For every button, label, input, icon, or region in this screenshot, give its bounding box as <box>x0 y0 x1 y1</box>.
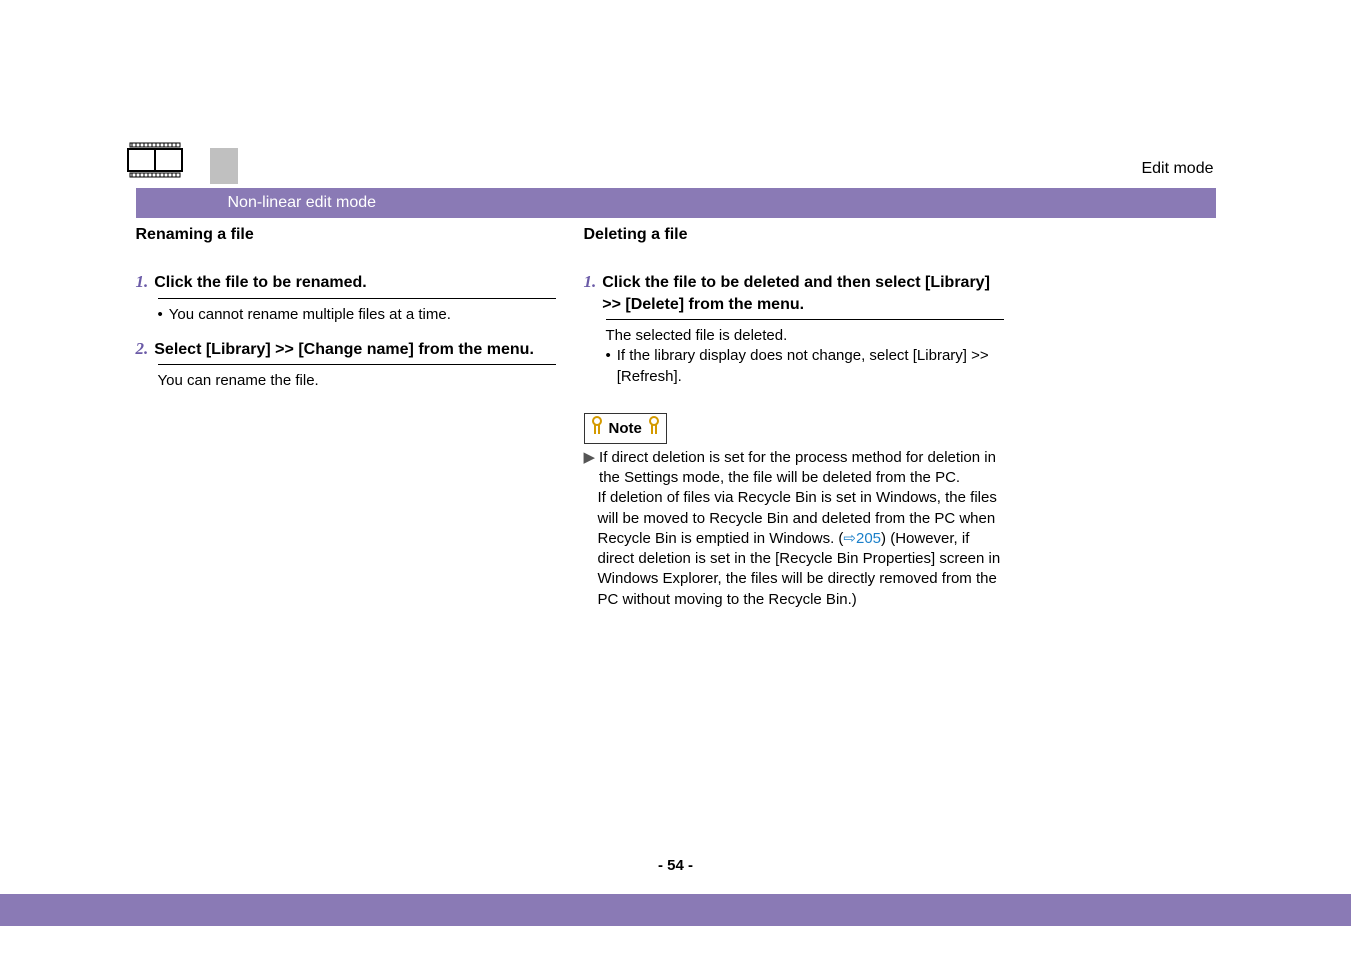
section-banner: Non-linear edit mode <box>136 188 1216 218</box>
bullet-dot-icon: • <box>158 305 163 325</box>
gray-divider-block <box>210 148 238 184</box>
subsection-title-deleting: Deleting a file <box>584 226 1004 244</box>
note-text: If direct deletion is set for the proces… <box>599 448 1003 489</box>
page-link[interactable]: 205 <box>856 530 881 547</box>
step-bullet: • If the library display does not change… <box>606 346 1004 387</box>
step-bullet: • You cannot rename multiple files at a … <box>158 305 556 325</box>
note-paragraph-1: ▶ If direct deletion is set for the proc… <box>584 448 1004 489</box>
subsection-title-renaming: Renaming a file <box>136 226 556 244</box>
step-result-text: The selected file is deleted. <box>606 326 1004 346</box>
footer-bar <box>0 894 1351 926</box>
step-title: Click the file to be deleted and then se… <box>602 272 1003 315</box>
header-row: Edit mode <box>136 135 1216 184</box>
step-title: Select [Library] >> [Change name] from t… <box>154 339 534 361</box>
step-divider <box>606 319 1004 320</box>
step-1-left: 1. Click the file to be renamed. • You c… <box>136 272 556 325</box>
right-column: Deleting a file 1. Click the file to be … <box>584 226 1004 610</box>
link-arrow-icon[interactable]: ⇨ <box>843 530 856 547</box>
step-divider <box>158 298 556 299</box>
bullet-text: You cannot rename multiple files at a ti… <box>169 305 451 325</box>
note-callout-box: Note <box>584 413 667 444</box>
bullet-text: If the library display does not change, … <box>617 346 1004 387</box>
step-divider <box>158 364 556 365</box>
bullet-dot-icon: • <box>606 346 611 387</box>
left-column: Renaming a file 1. Click the file to be … <box>136 226 556 610</box>
page-number: - 54 - <box>0 857 1351 874</box>
step-title: Click the file to be renamed. <box>154 272 367 294</box>
step-number: 1. <box>584 272 597 292</box>
step-2-left: 2. Select [Library] >> [Change name] fro… <box>136 339 556 392</box>
step-1-right: 1. Click the file to be deleted and then… <box>584 272 1004 387</box>
edit-mode-label: Edit mode <box>1141 160 1215 184</box>
step-number: 1. <box>136 272 149 292</box>
note-pin-icon <box>646 416 662 441</box>
note-arrow-icon: ▶ <box>584 448 596 489</box>
note-label: Note <box>605 420 646 437</box>
step-number: 2. <box>136 339 149 359</box>
note-pin-icon <box>589 416 605 441</box>
film-strip-icon <box>126 135 204 184</box>
note-paragraph-2: If deletion of files via Recycle Bin is … <box>598 488 1004 610</box>
step-result-text: You can rename the file. <box>158 371 556 391</box>
